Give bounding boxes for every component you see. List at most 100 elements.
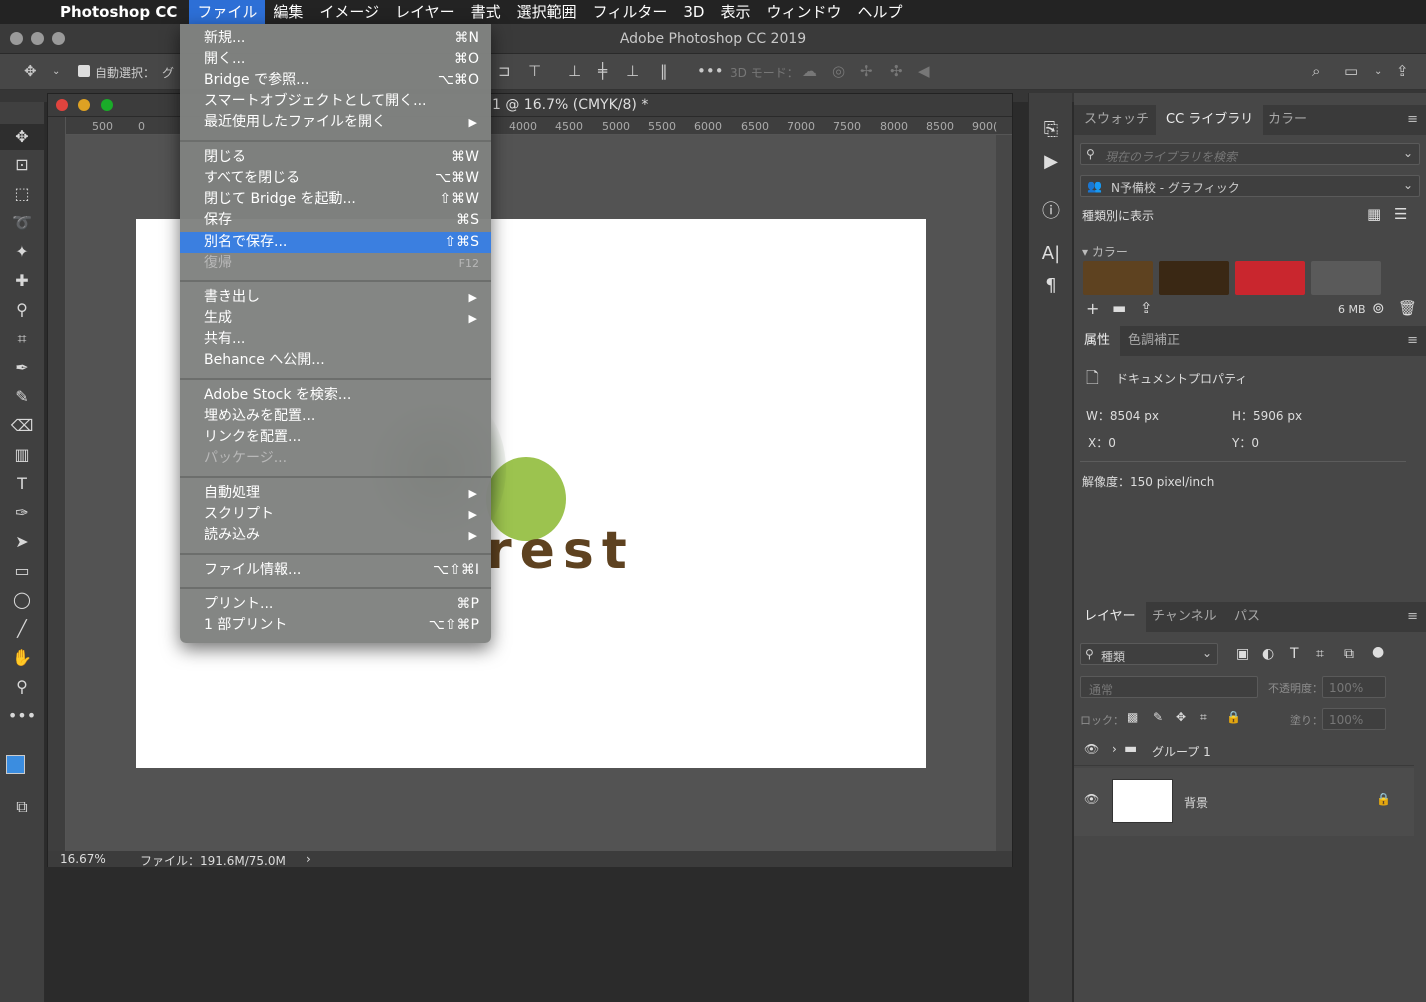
zoom-level[interactable]: 16.67% (60, 852, 106, 866)
y-value[interactable]: Y：0 (1232, 434, 1259, 451)
color-swatch[interactable] (1083, 261, 1153, 295)
marquee-tool-icon[interactable]: ⬚ (0, 181, 44, 207)
tab-color[interactable]: カラー (1258, 105, 1317, 135)
fill-input[interactable]: 100% (1322, 708, 1386, 730)
menu-filter[interactable]: フィルター (585, 0, 676, 24)
menu-item-new[interactable]: 新規... ⌘N (180, 28, 491, 49)
list-view-icon[interactable]: ☰ (1394, 205, 1407, 223)
workspace-chevron-icon[interactable]: ⌄ (1374, 66, 1382, 77)
menu-item-generate[interactable]: 生成 ▶ (180, 308, 491, 329)
filter-type-icon[interactable]: T (1290, 646, 1299, 662)
menu-item-export[interactable]: 書き出し ▶ (180, 287, 491, 308)
menu-item-package[interactable]: パッケージ... (180, 448, 491, 469)
menu-image[interactable]: イメージ (311, 0, 387, 24)
menu-item-close-go-bridge[interactable]: 閉じて Bridge を起動... ⇧⌘W (180, 189, 491, 210)
tab-cc-libraries[interactable]: CC ライブラリ (1156, 105, 1264, 135)
menu-item-close-all[interactable]: すべてを閉じる ⌥⌘W (180, 168, 491, 189)
app-name[interactable]: Photoshop CC (44, 3, 189, 21)
menu-item-close[interactable]: 閉じる ⌘W (180, 147, 491, 168)
upload-icon[interactable]: ⇪ (1140, 299, 1153, 317)
pen-tool-icon[interactable]: ✑ (0, 500, 44, 526)
character-icon[interactable]: A| (1029, 243, 1073, 264)
zoom-tool-icon[interactable]: ⚲ (0, 674, 44, 700)
eraser-tool-icon[interactable]: ⌫ (0, 413, 44, 439)
move-tool-icon[interactable]: ✥ (0, 124, 44, 150)
move-tool-icon[interactable]: ✥ (24, 62, 37, 80)
lock-artboard-icon[interactable]: ⌗ (1200, 710, 1207, 725)
panel-menu-icon[interactable]: ≡ (1407, 333, 1418, 348)
menu-item-place-embedded[interactable]: 埋め込みを配置... (180, 406, 491, 427)
tab-layers[interactable]: レイヤー (1074, 602, 1146, 632)
menu-item-file-info[interactable]: ファイル情報... ⌥⇧⌘I (180, 560, 491, 581)
folder-icon[interactable]: ▬ (1112, 299, 1126, 317)
lock-image-icon[interactable]: ✎ (1153, 710, 1163, 724)
eyedropper-tool-icon[interactable]: ✒ (0, 355, 44, 381)
magic-wand-tool-icon[interactable]: ✦ (0, 239, 44, 265)
hand-tool-icon[interactable]: ✋ (0, 645, 44, 671)
tab-adjustments[interactable]: 色調補正 (1118, 326, 1190, 356)
tab-swatches[interactable]: スウォッチ (1074, 105, 1159, 135)
menu-item-share[interactable]: 共有... (180, 329, 491, 350)
3d-pan-icon[interactable]: ✢ (860, 62, 873, 80)
color-swatch[interactable] (1235, 261, 1305, 295)
lasso-tool-icon[interactable]: ➰ (0, 210, 44, 236)
info-icon[interactable]: ⓘ (1029, 197, 1073, 223)
align-vcenter-icon[interactable]: ⊥ (568, 62, 581, 80)
visibility-eye-icon[interactable]: 👁 (1084, 792, 1099, 806)
menu-item-print-one-copy[interactable]: 1 部プリント ⌥⇧⌘P (180, 615, 491, 636)
menu-item-scripts[interactable]: スクリプト ▶ (180, 504, 491, 525)
screen-mode-icon[interactable]: ⧉ (0, 794, 44, 820)
healing-brush-tool-icon[interactable]: ✚ (0, 268, 44, 294)
auto-select-checkbox[interactable] (78, 65, 90, 77)
menu-3d[interactable]: 3D (675, 0, 712, 24)
opacity-input[interactable]: 100% (1322, 676, 1386, 698)
tab-properties[interactable]: 属性 (1074, 326, 1121, 356)
colors-section-header[interactable]: ▾ カラー (1082, 243, 1128, 260)
layer-row[interactable]: 👁 › ▬ グループ 1 (1074, 734, 1414, 766)
menu-select[interactable]: 選択範囲 (509, 0, 585, 24)
edit-toolbar-icon[interactable]: ••• (0, 703, 44, 729)
menu-item-open[interactable]: 開く... ⌘O (180, 49, 491, 70)
menu-item-open-smart-object[interactable]: スマートオブジェクトとして開く... (180, 91, 491, 112)
filter-smart-object-icon[interactable]: ⧉ (1344, 646, 1354, 662)
height-value[interactable]: H：5906 px (1232, 407, 1302, 424)
brush-tool-icon[interactable]: ✎ (0, 384, 44, 410)
quick-select-tool-icon[interactable]: ⚲ (0, 297, 44, 323)
align-bottom-icon[interactable]: ⊥ (626, 62, 639, 80)
3d-orbit-icon[interactable]: ☁ (802, 62, 817, 80)
doc-minimize-button[interactable] (78, 99, 90, 111)
layer-filter-dropdown[interactable]: ⚲ 種類 ⌄ (1080, 643, 1218, 665)
3d-camera-icon[interactable]: ◀ (918, 62, 930, 80)
layer-name[interactable]: グループ 1 (1152, 743, 1211, 760)
share-icon[interactable]: ⇪ (1396, 62, 1409, 80)
doc-zoom-button[interactable] (101, 99, 113, 111)
library-search-input[interactable]: ⚲ 現在のライブラリを検索 ⌄ (1080, 143, 1420, 165)
crop-tool-icon[interactable]: ⌗ (0, 326, 44, 352)
trash-icon[interactable]: 🗑 (1398, 299, 1417, 317)
menu-layer[interactable]: レイヤー (387, 0, 463, 24)
filter-shape-icon[interactable]: ⌗ (1316, 646, 1324, 662)
align-right-icon[interactable]: ⊐ (498, 62, 511, 80)
align-top-icon[interactable]: ⊤ (528, 62, 541, 80)
blend-mode-dropdown[interactable]: 通常 (1080, 676, 1258, 698)
align-middle-icon[interactable]: ╪ (598, 62, 607, 80)
layer-row[interactable]: 👁 背景 🔒 (1074, 768, 1414, 836)
foreground-color-swatch[interactable] (6, 755, 25, 774)
ellipse-tool-icon[interactable]: ◯ (0, 587, 44, 613)
view-by-dropdown[interactable]: 種類別に表示 (1082, 207, 1154, 224)
menu-window[interactable]: ウィンドウ (758, 0, 849, 24)
menu-help[interactable]: ヘルプ (850, 0, 911, 24)
gradient-tool-icon[interactable]: ▥ (0, 442, 44, 468)
menu-item-place-linked[interactable]: リンクを配置... (180, 427, 491, 448)
type-tool-icon[interactable]: T (0, 471, 44, 497)
color-swatch[interactable] (1159, 261, 1229, 295)
menu-item-search-adobe-stock[interactable]: Adobe Stock を検索... (180, 385, 491, 406)
menu-item-save[interactable]: 保存 ⌘S (180, 210, 491, 231)
lock-position-icon[interactable]: ✥ (1176, 710, 1186, 724)
filter-toggle-icon[interactable]: ● (1372, 644, 1384, 660)
line-tool-icon[interactable]: ╱ (0, 616, 44, 642)
menu-item-share-behance[interactable]: Behance へ公開... (180, 350, 491, 371)
color-swatch[interactable] (1311, 261, 1381, 295)
menu-file[interactable]: ファイル (189, 0, 266, 24)
menu-view[interactable]: 表示 (712, 0, 758, 24)
